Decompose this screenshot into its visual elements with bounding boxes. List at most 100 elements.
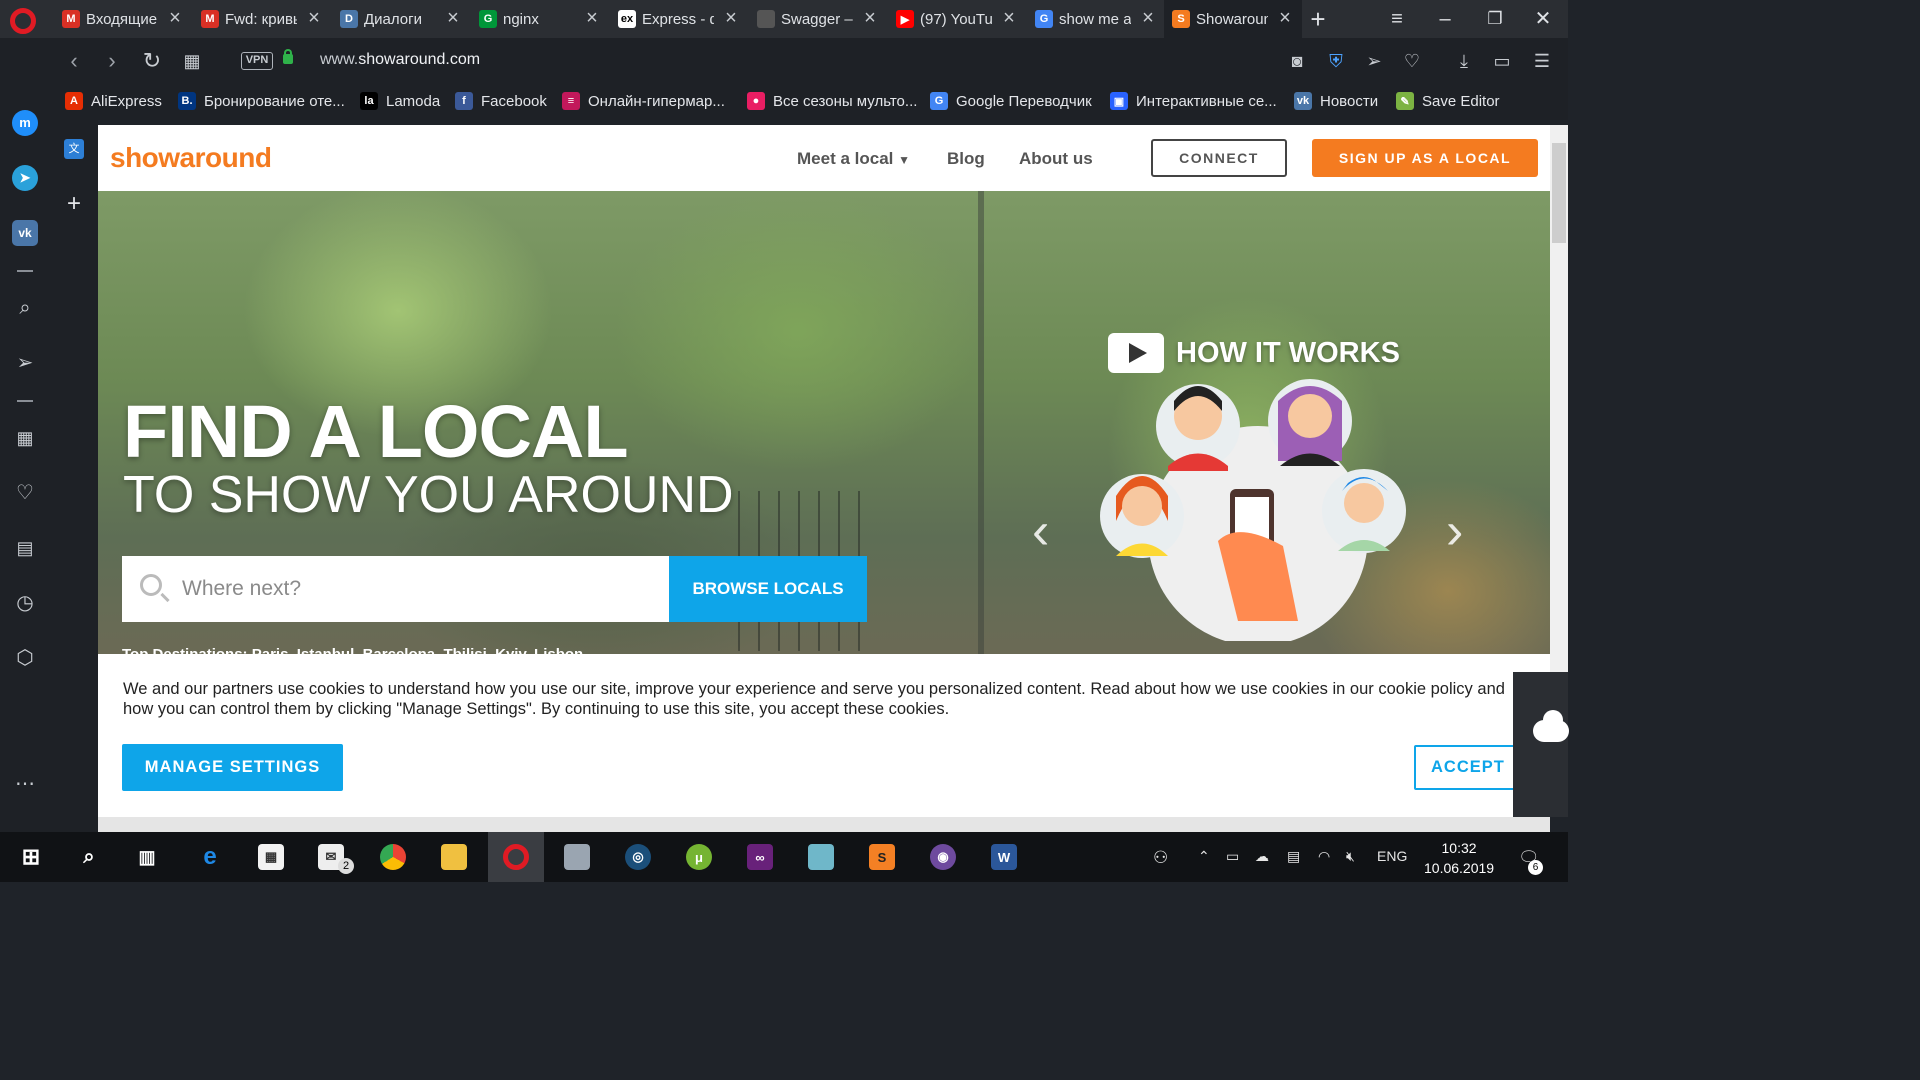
bookmark-item[interactable]: la Lamoda <box>360 92 440 110</box>
bookmark-item[interactable]: ● Все сезоны мульто... <box>747 92 917 110</box>
close-tab-icon[interactable]: × <box>1139 8 1157 28</box>
restore-icon[interactable]: ❐ <box>1482 6 1508 32</box>
bookmark-item[interactable]: vk Новости <box>1294 92 1378 110</box>
close-tab-icon[interactable]: × <box>861 8 879 28</box>
how-it-works-link[interactable]: HOW IT WORKS <box>1108 333 1400 373</box>
add-panel-icon[interactable]: + <box>62 192 86 216</box>
send-icon[interactable]: ➢ <box>1362 49 1386 73</box>
vpn-badge[interactable]: VPN <box>241 52 273 70</box>
manage-settings-button[interactable]: MANAGE SETTINGS <box>122 744 343 791</box>
browser-tab[interactable]: D Диалоги × <box>332 0 470 38</box>
vk-icon[interactable]: vk <box>12 220 38 246</box>
onedrive-icon[interactable]: ☁ <box>1255 848 1269 865</box>
bookmark-item[interactable]: B. Бронирование оте... <box>178 92 345 110</box>
clock[interactable]: 10:32 10.06.2019 <box>1424 838 1494 878</box>
new-tab-icon[interactable]: + <box>1305 6 1331 32</box>
browser-tab[interactable]: Swagger – × <box>749 0 887 38</box>
extensions-icon[interactable]: ⬡ <box>12 645 38 671</box>
store-icon[interactable]: ▦ <box>258 844 284 870</box>
close-tab-icon[interactable]: × <box>1276 8 1294 28</box>
tabs-grid-icon[interactable]: ▦ <box>179 48 205 74</box>
battery-icon[interactable]: ▭ <box>1226 848 1239 865</box>
windows-start-icon[interactable]: ⊞ <box>18 844 44 870</box>
reload-icon[interactable]: ↻ <box>139 48 165 74</box>
browser-tab[interactable]: M Входящие × <box>54 0 192 38</box>
browser-tab[interactable]: S Showaroun × <box>1164 0 1302 38</box>
bookmark-item[interactable]: f Facebook <box>455 92 547 110</box>
keyboard-icon[interactable]: ▤ <box>1287 848 1300 865</box>
carousel-next-icon[interactable]: › <box>1446 501 1463 561</box>
task-view-icon[interactable]: ▥ <box>134 844 160 870</box>
bookmark-item[interactable]: ▣ Интерактивные се... <box>1110 92 1277 110</box>
bookmark-item[interactable]: ✎ Save Editor <box>1396 92 1500 110</box>
steam-icon[interactable]: ◎ <box>625 844 651 870</box>
accept-button[interactable]: ACCEPT <box>1414 745 1524 790</box>
adblock-shield-icon[interactable]: ⛨ <box>1324 49 1348 73</box>
volume-muted-icon[interactable]: 🔇︎ <box>1346 848 1355 865</box>
heart-icon[interactable]: ♡ <box>12 480 38 506</box>
destination-search-input[interactable] <box>182 568 652 610</box>
opera-icon[interactable] <box>503 844 529 870</box>
showaround-logo[interactable]: showaround <box>110 142 272 174</box>
show-hidden-icons-icon[interactable]: ⌃ <box>1198 848 1210 865</box>
battery-icon[interactable]: ▭ <box>1490 49 1514 73</box>
telegram-icon[interactable]: ➤ <box>12 165 38 191</box>
utorrent-icon[interactable]: μ <box>686 844 712 870</box>
word-icon[interactable]: W <box>991 844 1017 870</box>
close-window-icon[interactable]: ✕ <box>1530 6 1556 32</box>
file-explorer-icon[interactable] <box>441 844 467 870</box>
close-tab-icon[interactable]: × <box>305 8 323 28</box>
connect-button[interactable]: CONNECT <box>1151 139 1287 177</box>
history-icon[interactable]: ◷ <box>12 590 38 616</box>
send-icon[interactable]: ➢ <box>12 350 38 376</box>
opera-menu-icon[interactable] <box>10 8 36 34</box>
forward-icon[interactable]: › <box>99 48 125 74</box>
language-indicator[interactable]: ENG <box>1377 848 1407 864</box>
nav-about-us[interactable]: About us <box>1019 149 1093 169</box>
cloud-widget[interactable] <box>1513 672 1569 817</box>
close-tab-icon[interactable]: × <box>583 8 601 28</box>
wifi-icon[interactable]: ◠ <box>1318 848 1330 865</box>
messenger-icon[interactable]: m <box>12 110 38 136</box>
nav-blog[interactable]: Blog <box>947 149 985 169</box>
visual-studio-icon[interactable]: ∞ <box>747 844 773 870</box>
browser-tab[interactable]: M Fwd: кривь × <box>193 0 331 38</box>
download-icon[interactable]: ⤓ <box>1452 49 1476 73</box>
tab-menu-icon[interactable]: ≡ <box>1384 6 1410 32</box>
easy-setup-icon[interactable]: ☰ <box>1530 49 1554 73</box>
bookmark-item[interactable]: ≡ Онлайн-гипермар... <box>562 92 725 110</box>
task-manager-icon[interactable] <box>564 844 590 870</box>
bookmark-item[interactable]: G Google Переводчик <box>930 92 1092 110</box>
nav-meet-a-local[interactable]: Meet a local ▼ <box>797 149 910 169</box>
notepad-icon[interactable] <box>808 844 834 870</box>
browser-tab[interactable]: ex Express - ф × <box>610 0 748 38</box>
sublime-text-icon[interactable]: S <box>869 844 895 870</box>
heart-icon[interactable]: ♡ <box>1400 49 1424 73</box>
browser-tab[interactable]: ▶ (97) YouTul × <box>888 0 1026 38</box>
search-icon[interactable]: ⌕ <box>76 844 102 870</box>
minimize-icon[interactable]: – <box>1432 6 1458 32</box>
carousel-prev-icon[interactable]: ‹ <box>1032 501 1049 561</box>
translate-icon[interactable]: 文 <box>64 139 84 159</box>
chrome-icon[interactable] <box>380 844 406 870</box>
news-icon[interactable]: ▤ <box>12 535 38 561</box>
edge-icon[interactable]: e <box>197 843 223 870</box>
close-tab-icon[interactable]: × <box>722 8 740 28</box>
close-tab-icon[interactable]: × <box>444 8 462 28</box>
back-icon[interactable]: ‹ <box>61 48 87 74</box>
github-desktop-icon[interactable]: ◉ <box>930 844 956 870</box>
horizontal-scrollbar[interactable] <box>98 817 1550 832</box>
close-tab-icon[interactable]: × <box>1000 8 1018 28</box>
bookmark-item[interactable]: A AliExpress <box>65 92 162 110</box>
browser-tab[interactable]: Gnginx × <box>471 0 609 38</box>
people-icon[interactable]: ⚇ <box>1153 848 1168 868</box>
url-field[interactable]: www.showaround.com <box>320 51 480 69</box>
browser-tab[interactable]: Gshow me a × <box>1027 0 1165 38</box>
close-tab-icon[interactable]: × <box>166 8 184 28</box>
search-icon[interactable]: ⌕ <box>12 295 38 321</box>
scrollbar-thumb[interactable] <box>1552 143 1566 243</box>
speed-dial-icon[interactable]: ▦ <box>12 425 38 451</box>
more-icon[interactable]: ⋯ <box>12 771 38 797</box>
camera-icon[interactable]: ◙ <box>1285 49 1309 73</box>
signup-local-button[interactable]: SIGN UP AS A LOCAL <box>1312 139 1538 177</box>
